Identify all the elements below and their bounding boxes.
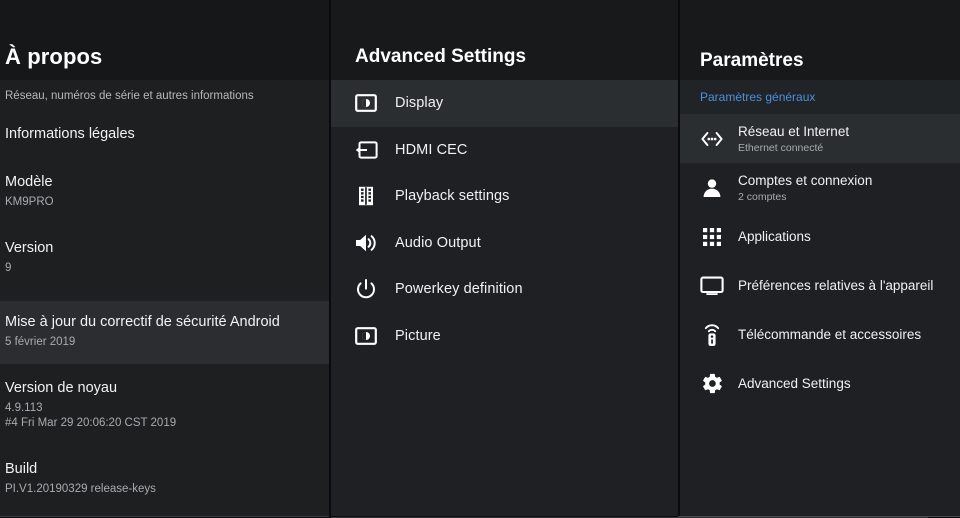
settings-item-label: Télécommande et accessoires bbox=[738, 327, 922, 342]
advanced-item-label: Powerkey definition bbox=[395, 281, 523, 298]
settings-item-text: Applications bbox=[738, 228, 811, 245]
display-icon bbox=[353, 90, 379, 116]
about-body: Réseau, numéros de série et autres infor… bbox=[0, 80, 329, 518]
monitor-icon bbox=[698, 272, 726, 300]
about-row-value: PI.V1.20190329 release-keys bbox=[5, 483, 156, 495]
settings-item-remote-accessories[interactable]: Télécommande et accessoires bbox=[680, 310, 960, 359]
advanced-item-audio-output[interactable]: Audio Output bbox=[331, 220, 678, 267]
settings-item-text: Advanced Settings bbox=[738, 375, 851, 392]
about-row-kernel[interactable]: Version de noyau 4.9.113 #4 Fri Mar 29 2… bbox=[0, 374, 329, 436]
settings-item-label: Comptes et connexion bbox=[738, 172, 873, 188]
about-subtitle: Réseau, numéros de série et autres infor… bbox=[5, 90, 254, 102]
about-row-label: Informations légales bbox=[5, 126, 135, 142]
settings-section-header: Paramètres généraux bbox=[680, 80, 960, 114]
about-panel: À propos Réseau, numéros de série et aut… bbox=[0, 0, 329, 518]
advanced-item-hdmi-cec[interactable]: HDMI CEC bbox=[331, 127, 678, 174]
advanced-settings-panel: Advanced Settings Display HDMI CEC Playb… bbox=[331, 0, 678, 518]
advanced-item-playback-settings[interactable]: Playback settings bbox=[331, 173, 678, 220]
settings-item-text: Réseau et Internet Ethernet connecté bbox=[738, 123, 849, 155]
about-row-build[interactable]: Build PI.V1.20190329 release-keys bbox=[0, 455, 329, 502]
settings-item-label: Advanced Settings bbox=[738, 376, 851, 391]
about-row-value: 9 bbox=[5, 262, 12, 274]
advanced-item-label: HDMI CEC bbox=[395, 141, 468, 158]
about-row-security-patch[interactable]: Mise à jour du correctif de sécurité And… bbox=[0, 301, 329, 364]
bottom-edge-right-segment bbox=[678, 516, 960, 517]
settings-item-text: Comptes et connexion 2 comptes bbox=[738, 172, 872, 204]
about-header: À propos bbox=[0, 0, 329, 80]
settings-item-advanced-settings[interactable]: Advanced Settings bbox=[680, 359, 960, 408]
about-row-value: 4.9.113 bbox=[5, 402, 43, 414]
settings-header: Paramètres bbox=[680, 0, 960, 80]
advanced-item-display[interactable]: Display bbox=[331, 80, 678, 127]
remote-control-icon bbox=[698, 321, 726, 349]
settings-item-device-preferences[interactable]: Préférences relatives à l'appareil bbox=[680, 261, 960, 310]
settings-panel: Paramètres Paramètres généraux Réseau et… bbox=[680, 0, 960, 518]
about-row-model[interactable]: Modèle KM9PRO bbox=[0, 168, 329, 215]
settings-item-text: Télécommande et accessoires bbox=[738, 326, 921, 343]
advanced-item-powerkey-definition[interactable]: Powerkey definition bbox=[331, 266, 678, 313]
advanced-settings-header: Advanced Settings bbox=[331, 0, 678, 80]
settings-item-label: Réseau et Internet bbox=[738, 123, 850, 139]
film-strip-icon bbox=[353, 183, 379, 209]
gear-icon bbox=[698, 370, 726, 398]
settings-item-sublabel: Ethernet connecté bbox=[738, 141, 824, 154]
about-row-label: Build bbox=[5, 461, 38, 477]
about-page-title: À propos bbox=[5, 44, 103, 69]
about-row-label: Modèle bbox=[5, 174, 53, 190]
hdmi-cec-icon bbox=[353, 137, 379, 163]
settings-item-sublabel: 2 comptes bbox=[738, 190, 787, 203]
about-row-value: KM9PRO bbox=[5, 196, 54, 208]
about-row-label: Version de noyau bbox=[5, 380, 118, 396]
advanced-settings-list: Display HDMI CEC Playback settings Audio… bbox=[331, 80, 678, 359]
apps-grid-icon bbox=[698, 223, 726, 251]
advanced-item-label: Picture bbox=[395, 327, 441, 344]
settings-item-label: Applications bbox=[738, 229, 811, 244]
bottom-edge-left-segment bbox=[0, 516, 329, 517]
advanced-item-picture[interactable]: Picture bbox=[331, 313, 678, 360]
settings-title: Paramètres bbox=[700, 50, 804, 71]
about-row-value-secondary: #4 Fri Mar 29 20:06:20 CST 2019 bbox=[5, 417, 177, 429]
tv-settings-screen: À propos Réseau, numéros de série et aut… bbox=[0, 0, 960, 518]
advanced-settings-title: Advanced Settings bbox=[355, 46, 527, 67]
about-row-legal[interactable]: Informations légales bbox=[0, 120, 329, 149]
settings-item-text: Préférences relatives à l'appareil bbox=[738, 277, 933, 294]
power-icon bbox=[353, 276, 379, 302]
settings-item-network[interactable]: Réseau et Internet Ethernet connecté bbox=[680, 114, 960, 163]
advanced-item-label: Playback settings bbox=[395, 188, 510, 205]
about-row-version[interactable]: Version 9 bbox=[0, 234, 329, 281]
advanced-item-label: Display bbox=[395, 95, 444, 112]
about-row-value: 5 février 2019 bbox=[5, 336, 76, 348]
settings-item-label: Préférences relatives à l'appareil bbox=[738, 278, 934, 293]
about-row-label: Version bbox=[5, 240, 54, 256]
settings-item-accounts[interactable]: Comptes et connexion 2 comptes bbox=[680, 163, 960, 212]
account-icon bbox=[698, 174, 726, 202]
advanced-item-label: Audio Output bbox=[395, 234, 481, 251]
network-icon bbox=[698, 125, 726, 153]
speaker-icon bbox=[353, 230, 379, 256]
settings-section-label: Paramètres généraux bbox=[700, 90, 816, 104]
about-row-label: Mise à jour du correctif de sécurité And… bbox=[5, 314, 280, 330]
settings-item-applications[interactable]: Applications bbox=[680, 212, 960, 261]
picture-icon bbox=[353, 323, 379, 349]
